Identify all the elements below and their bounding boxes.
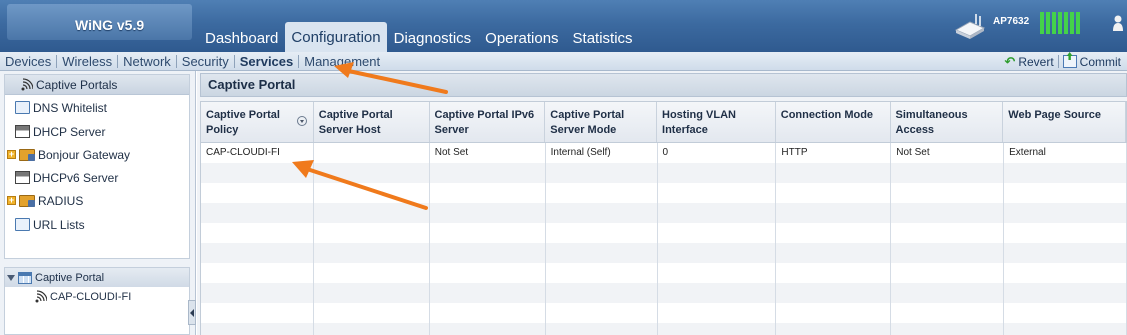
status-bars-icon (1040, 10, 1080, 34)
captive-portal-icon (21, 77, 33, 90)
commit-label: Commit (1079, 54, 1121, 69)
empty-row (200, 283, 1127, 303)
user-icon[interactable] (1112, 14, 1124, 32)
sidebar-item-dhcpv6-server[interactable]: DHCPv6 Server (15, 167, 118, 188)
empty-row (200, 163, 1127, 183)
server-icon (15, 171, 30, 184)
revert-button[interactable]: ↶ Revert (1004, 54, 1053, 70)
column-header-server-host[interactable]: Captive Portal Server Host (314, 102, 430, 142)
table-cell: 0 (658, 143, 777, 163)
sort-icon[interactable] (296, 116, 307, 126)
tree-node-cap-cloudi-fi[interactable]: CAP-CLOUDI-FI (5, 287, 189, 306)
collapse-sidebar-button[interactable] (188, 300, 196, 325)
logo-text: WiNG v5.9 (75, 17, 145, 33)
subnav-network[interactable]: Network (118, 54, 176, 69)
table-cell: Internal (Self) (546, 143, 658, 163)
tab-diagnostics[interactable]: Diagnostics (387, 26, 479, 52)
tree-child-label: CAP-CLOUDI-FI (50, 290, 132, 303)
column-header-ipv6-server[interactable]: Captive Portal IPv6 Server (430, 102, 546, 142)
collapse-arrow-icon[interactable] (7, 274, 15, 281)
subnav-management[interactable]: Management (299, 54, 385, 69)
expand-icon[interactable]: + (7, 150, 16, 159)
sidebar-item-dhcp-server[interactable]: DHCP Server (15, 121, 105, 142)
sidebar-item-url-lists[interactable]: URL Lists (15, 214, 85, 235)
document-icon (15, 218, 30, 231)
table-cell: External (1004, 143, 1127, 163)
expand-icon[interactable]: + (7, 196, 16, 205)
subnav-services[interactable]: Services (235, 54, 299, 69)
panel-title: Captive Portal (200, 73, 1127, 97)
sidebar-item-label: DHCP Server (33, 124, 106, 139)
commit-icon (1062, 55, 1077, 68)
sidebar-item-label: RADIUS (38, 193, 84, 208)
folder-icon (19, 194, 35, 207)
services-tree: Captive Portals DNS Whitelist DHCP Serve… (4, 74, 190, 259)
sidebar-item-captive-portals[interactable]: Captive Portals (5, 75, 189, 95)
table-cell (314, 143, 430, 163)
toolbar-divider (1057, 55, 1059, 68)
subnav-security[interactable]: Security (177, 54, 234, 69)
server-icon (15, 125, 30, 138)
sidebar-item-label: Bonjour Gateway (38, 147, 131, 162)
tree-header-label: Captive Portal (35, 271, 105, 284)
instance-tree: Captive Portal CAP-CLOUDI-FI (4, 267, 190, 335)
tab-dashboard[interactable]: Dashboard (198, 26, 285, 52)
sidebar-item-radius[interactable]: + RADIUS (7, 190, 83, 211)
main-content: Captive Portal Captive Portal Policy Cap… (197, 71, 1127, 335)
column-header-simultaneous-access[interactable]: Simultaneous Access (891, 102, 1004, 142)
device-name[interactable]: AP7632 (993, 16, 1029, 27)
top-bar: WiNG v5.9 Dashboard Configuration Diagno… (0, 0, 1127, 52)
tree-node-captive-portal[interactable]: Captive Portal (5, 268, 189, 287)
empty-row (200, 243, 1127, 263)
tab-configuration[interactable]: Configuration (285, 22, 387, 52)
sidebar: Captive Portals DNS Whitelist DHCP Serve… (0, 71, 196, 335)
empty-row (200, 303, 1127, 323)
table-body: CAP-CLOUDI-FI Not Set Internal (Self) 0 … (200, 143, 1127, 335)
table-cell: Not Set (891, 143, 1005, 163)
sidebar-item-label: URL Lists (33, 217, 85, 232)
subnav-devices[interactable]: Devices (0, 54, 56, 69)
sidebar-item-label: DNS Whitelist (33, 100, 108, 115)
revert-icon: ↶ (1004, 53, 1016, 69)
column-header-server-mode[interactable]: Captive Portal Server Mode (545, 102, 658, 142)
empty-row (200, 223, 1127, 243)
commit-button[interactable]: Commit (1062, 54, 1121, 69)
sidebar-item-dns-whitelist[interactable]: DNS Whitelist (15, 97, 107, 118)
empty-row (200, 183, 1127, 203)
folder-icon (19, 148, 35, 161)
table-cell: HTTP (776, 143, 892, 163)
table-cell: Not Set (430, 143, 546, 163)
tab-statistics[interactable]: Statistics (566, 26, 640, 52)
empty-row (200, 203, 1127, 223)
subnav-wireless[interactable]: Wireless (57, 54, 117, 69)
document-icon (15, 101, 30, 114)
table-icon (18, 271, 32, 284)
captive-portal-icon (35, 289, 47, 302)
sub-navigation: Devices Wireless Network Security Servic… (0, 52, 1127, 71)
sidebar-header-label: Captive Portals (36, 77, 118, 92)
main-tabs: Dashboard Configuration Diagnostics Oper… (198, 22, 640, 52)
logo: WiNG v5.9 (7, 4, 192, 40)
empty-row (200, 323, 1127, 335)
tab-operations[interactable]: Operations (478, 26, 565, 52)
access-point-icon[interactable] (952, 12, 988, 40)
table-cell: CAP-CLOUDI-FI (201, 143, 314, 163)
column-header-connection-mode[interactable]: Connection Mode (776, 102, 891, 142)
revert-label: Revert (1018, 54, 1054, 69)
sidebar-item-bonjour-gateway[interactable]: + Bonjour Gateway (7, 144, 130, 165)
column-header-label: Captive Portal Policy (206, 109, 280, 136)
table-row[interactable]: CAP-CLOUDI-FI Not Set Internal (Self) 0 … (200, 143, 1127, 163)
column-header-policy[interactable]: Captive Portal Policy (201, 102, 314, 142)
empty-row (200, 263, 1127, 283)
captive-portal-table: Captive Portal Policy Captive Portal Ser… (200, 101, 1127, 335)
sidebar-item-label: DHCPv6 Server (33, 170, 119, 185)
table-header: Captive Portal Policy Captive Portal Ser… (200, 101, 1127, 143)
column-header-vlan-interface[interactable]: Hosting VLAN Interface (657, 102, 776, 142)
column-header-web-page-source[interactable]: Web Page Source (1003, 102, 1126, 142)
